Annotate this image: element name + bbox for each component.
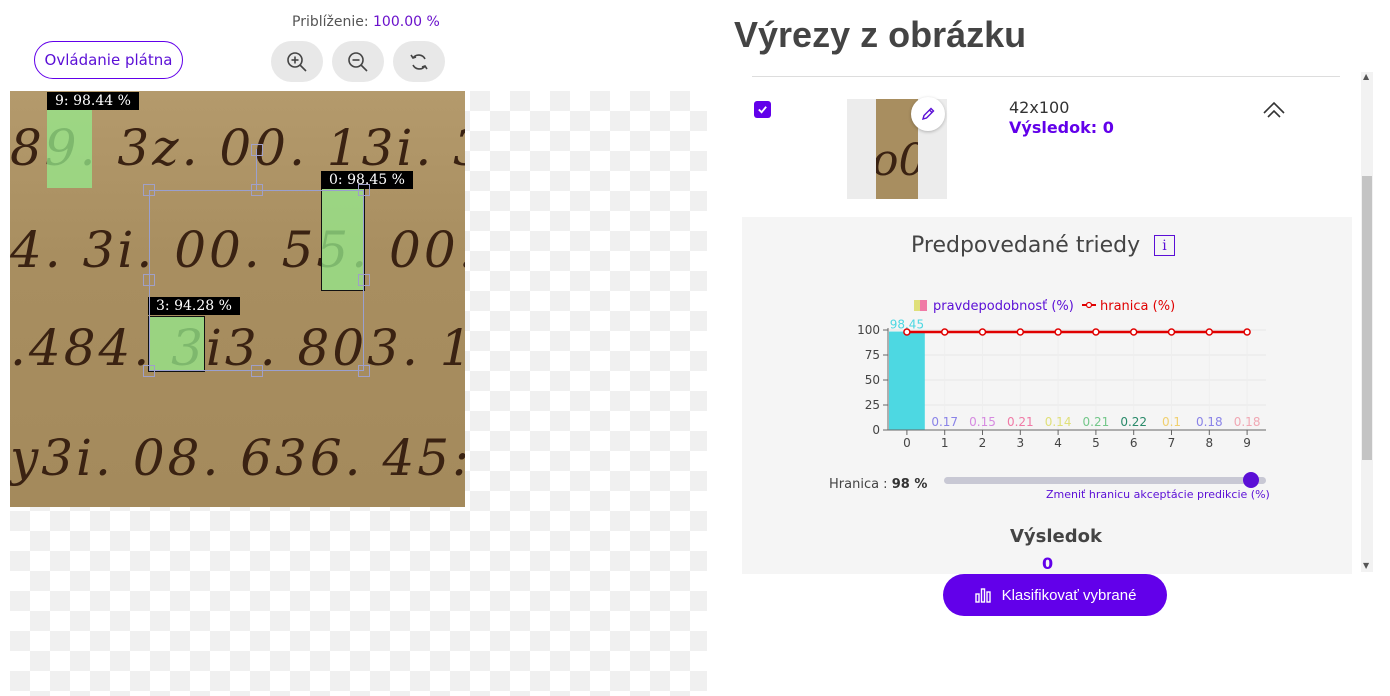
- edit-crop-button[interactable]: [911, 97, 945, 131]
- pencil-icon: [921, 107, 935, 121]
- threshold-point: [1054, 328, 1062, 336]
- image-canvas[interactable]: 89. 3z. 00. 13i. 3. 7 4. 3i. 00. 55. 00.…: [10, 91, 707, 696]
- data-label: 0.14: [1045, 415, 1072, 429]
- data-label: 0.18: [1234, 415, 1261, 429]
- legend-label-threshold: hranica (%): [1100, 299, 1175, 314]
- x-tick-label: 0: [903, 436, 911, 450]
- legend-marker-threshold: [1085, 301, 1093, 309]
- panel-title: Výrezy z obrázku: [734, 14, 1027, 55]
- bar-chart-icon: [974, 588, 991, 603]
- data-label: 0.22: [1120, 415, 1147, 429]
- classify-button-label: Klasifikovať vybrané: [1001, 586, 1137, 604]
- data-label: 0.1: [1162, 415, 1181, 429]
- y-tick-label: 100: [857, 323, 880, 337]
- bar-0: [889, 331, 925, 430]
- predictions-chart: 02550751000 1 2 3 4 5 6 7 8 998.450.17 0.15 0.21 0.1…: [857, 299, 1266, 450]
- resize-handle[interactable]: [143, 274, 155, 286]
- classify-selected-button[interactable]: Klasifikovať vybrané: [943, 574, 1167, 616]
- zoom-in-button[interactable]: [271, 41, 323, 82]
- resize-handle[interactable]: [143, 184, 155, 196]
- data-label: 0.21: [1083, 415, 1110, 429]
- threshold-point: [1243, 328, 1251, 336]
- legend-label-probability: pravdepodobnosť (%): [933, 299, 1074, 314]
- scroll-down-icon[interactable]: ▼: [1363, 561, 1369, 570]
- x-tick-label: 1: [941, 436, 949, 450]
- detection-box-9[interactable]: [47, 108, 92, 188]
- collapse-button[interactable]: [1261, 99, 1287, 121]
- crop-select-checkbox[interactable]: [754, 101, 771, 118]
- scroll-up-icon[interactable]: ▲: [1363, 72, 1369, 81]
- detection-label: 9: 98.44 %: [47, 92, 139, 110]
- resize-handle[interactable]: [358, 365, 370, 377]
- reset-view-button[interactable]: [393, 41, 445, 82]
- zoom-value: 100.00 %: [373, 14, 440, 30]
- x-tick-label: 9: [1243, 436, 1251, 450]
- zoom-out-icon: [348, 51, 368, 72]
- zoom-label: Priblíženie:: [292, 14, 369, 30]
- y-tick-label: 75: [865, 348, 880, 362]
- selection-rectangle[interactable]: [149, 190, 364, 371]
- x-tick-label: 5: [1092, 436, 1100, 450]
- info-icon[interactable]: i: [1154, 235, 1175, 256]
- threshold-point: [903, 328, 911, 336]
- rotate-reset-icon: [410, 53, 428, 70]
- canvas-controls-button[interactable]: Ovládanie plátna: [34, 41, 183, 79]
- threshold-point: [1016, 328, 1025, 336]
- legend-swatch-probability-2: [914, 300, 920, 311]
- threshold-hint: Zmeniť hranicu akceptácie predikcie (%): [1046, 488, 1270, 501]
- check-icon: [758, 106, 767, 114]
- x-tick-label: 7: [1168, 436, 1176, 450]
- threshold-point: [1167, 328, 1176, 336]
- resize-handle[interactable]: [251, 365, 263, 377]
- threshold-point: [978, 328, 987, 336]
- scrollbar-thumb[interactable]: [1362, 176, 1372, 460]
- x-tick-label: 2: [979, 436, 987, 450]
- data-label: 0.17: [931, 415, 958, 429]
- zoom-indicator: Priblíženie: 100.00 %: [292, 14, 440, 30]
- y-tick-label: 25: [865, 398, 880, 412]
- resize-handle[interactable]: [358, 274, 370, 286]
- threshold-label: Hranica : 98 %: [829, 477, 928, 492]
- data-label: 0.15: [969, 415, 996, 429]
- crop-size: 42x100: [1009, 98, 1070, 117]
- x-tick-label: 8: [1205, 436, 1213, 450]
- output-value: 0: [1042, 554, 1054, 573]
- threshold-point: [940, 328, 949, 336]
- threshold-point: [1092, 328, 1100, 336]
- divider: [752, 76, 1340, 77]
- predictions-title: Predpovedané triedy: [911, 233, 1141, 258]
- output-title: Výsledok: [1010, 526, 1102, 547]
- zoom-in-icon: [287, 51, 307, 72]
- data-label: 0.18: [1196, 415, 1223, 429]
- crop-result: Výsledok: 0: [1009, 118, 1114, 137]
- resize-handle[interactable]: [358, 184, 370, 196]
- rotate-handle[interactable]: [251, 144, 263, 156]
- x-tick-label: 6: [1130, 436, 1138, 450]
- resize-handle[interactable]: [143, 365, 155, 377]
- x-tick-label: 3: [1016, 436, 1024, 450]
- zoom-out-button[interactable]: [332, 41, 384, 82]
- y-tick-label: 0: [872, 423, 880, 437]
- chevron-up-icon: [1263, 101, 1285, 118]
- threshold-slider[interactable]: [944, 477, 1266, 484]
- scrollbar[interactable]: ▲ ▼: [1361, 72, 1373, 572]
- resize-handle[interactable]: [251, 184, 263, 196]
- threshold-point: [1129, 328, 1138, 336]
- threshold-point: [1205, 328, 1214, 336]
- threshold-slider-handle[interactable]: [1243, 472, 1259, 488]
- data-label: 0.21: [1007, 415, 1034, 429]
- x-tick-label: 4: [1054, 436, 1062, 450]
- y-tick-label: 50: [865, 373, 880, 387]
